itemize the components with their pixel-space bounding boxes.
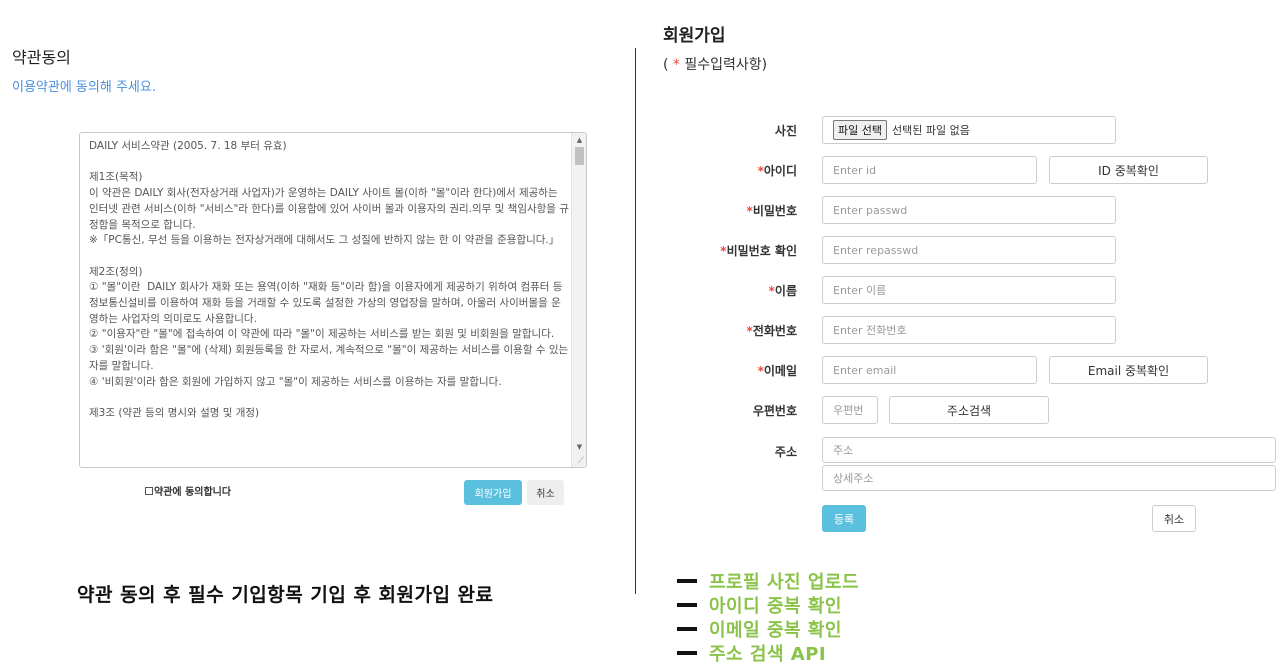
email-label-text: 이메일: [763, 364, 797, 378]
scroll-up-icon[interactable]: ▲: [572, 134, 586, 146]
file-status: 선택된 파일 없음: [891, 124, 970, 137]
zip-label: 우편번호: [752, 404, 797, 418]
terms-cancel-button[interactable]: 취소: [527, 480, 564, 505]
scroll-thumb[interactable]: [575, 147, 584, 165]
required-star: *: [672, 57, 680, 73]
address-detail-input[interactable]: [822, 465, 1276, 491]
phone-label: *전화번호: [677, 322, 797, 339]
terms-scrollbar[interactable]: ▲ ▼: [571, 133, 586, 467]
feature-list: 프로필 사진 업로드 아이디 중복 확인 이메일 중복 확인 주소 검색 API: [677, 569, 859, 665]
join-button[interactable]: 회원가입: [464, 480, 522, 505]
email-label: *이메일: [677, 362, 797, 379]
resize-handle-icon[interactable]: ⟋: [578, 456, 584, 466]
list-item: 주소 검색 API: [677, 641, 859, 665]
name-label-text: 이름: [774, 284, 797, 298]
agree-checkbox-row[interactable]: 약관에 동의합니다: [145, 483, 231, 498]
scroll-down-icon[interactable]: ▼: [572, 441, 586, 453]
dash-icon: [677, 603, 697, 607]
agree-label: 약관에 동의합니다: [154, 487, 232, 498]
name-label: *이름: [677, 282, 797, 299]
join-cancel-button[interactable]: 취소: [1152, 505, 1196, 532]
terms-textarea[interactable]: DAILY 서비스약관 (2005. 7. 18 부터 유효) 제1조(목적) …: [79, 132, 587, 468]
photo-file-input[interactable]: 파일 선택 선택된 파일 없음: [822, 116, 1116, 144]
terms-caption: 약관 동의 후 필수 기입항목 기입 후 회원가입 완료: [77, 584, 494, 606]
feature-text: 주소 검색 API: [709, 644, 827, 665]
address-label: 주소: [774, 445, 797, 459]
join-subtitle: ( * 필수입력사항): [663, 54, 767, 74]
terms-subtitle: 이용약관에 동의해 주세요.: [12, 80, 156, 95]
phone-label-text: 전화번호: [752, 324, 797, 338]
join-subtitle-prefix: (: [663, 57, 673, 73]
name-input[interactable]: [822, 276, 1116, 304]
zip-input[interactable]: [822, 396, 878, 424]
dash-icon: [677, 579, 697, 583]
join-title: 회원가입: [663, 26, 726, 46]
address-input[interactable]: [822, 437, 1276, 463]
feature-text: 프로필 사진 업로드: [709, 572, 860, 593]
join-subtitle-suffix: 필수입력사항): [679, 57, 768, 73]
password-label: *비밀번호: [677, 202, 797, 219]
file-select-button[interactable]: 파일 선택: [833, 120, 887, 140]
dash-icon: [677, 651, 697, 655]
email-check-button[interactable]: Email 중복확인: [1049, 356, 1208, 384]
phone-input[interactable]: [822, 316, 1116, 344]
password-label-text: 비밀번호: [752, 204, 797, 218]
feature-text: 아이디 중복 확인: [709, 596, 842, 617]
password-confirm-input[interactable]: [822, 236, 1116, 264]
panel-divider: [635, 48, 636, 594]
photo-label: 사진: [774, 124, 797, 138]
password-confirm-label: *비밀번호 확인: [677, 242, 797, 259]
id-input[interactable]: [822, 156, 1037, 184]
terms-title: 약관동의: [12, 48, 71, 67]
list-item: 프로필 사진 업로드: [677, 569, 859, 593]
terms-content: DAILY 서비스약관 (2005. 7. 18 부터 유효) 제1조(목적) …: [89, 140, 569, 419]
submit-button[interactable]: 등록: [822, 505, 866, 532]
email-input[interactable]: [822, 356, 1037, 384]
address-search-button[interactable]: 주소검색: [889, 396, 1049, 424]
agree-checkbox[interactable]: [145, 486, 153, 495]
dash-icon: [677, 627, 697, 631]
password-confirm-label-text: 비밀번호 확인: [726, 244, 797, 258]
list-item: 아이디 중복 확인: [677, 593, 859, 617]
id-check-button[interactable]: ID 중복확인: [1049, 156, 1208, 184]
id-label: *아이디: [677, 162, 797, 179]
feature-text: 이메일 중복 확인: [709, 620, 842, 641]
list-item: 이메일 중복 확인: [677, 617, 859, 641]
id-label-text: 아이디: [763, 164, 797, 178]
password-input[interactable]: [822, 196, 1116, 224]
